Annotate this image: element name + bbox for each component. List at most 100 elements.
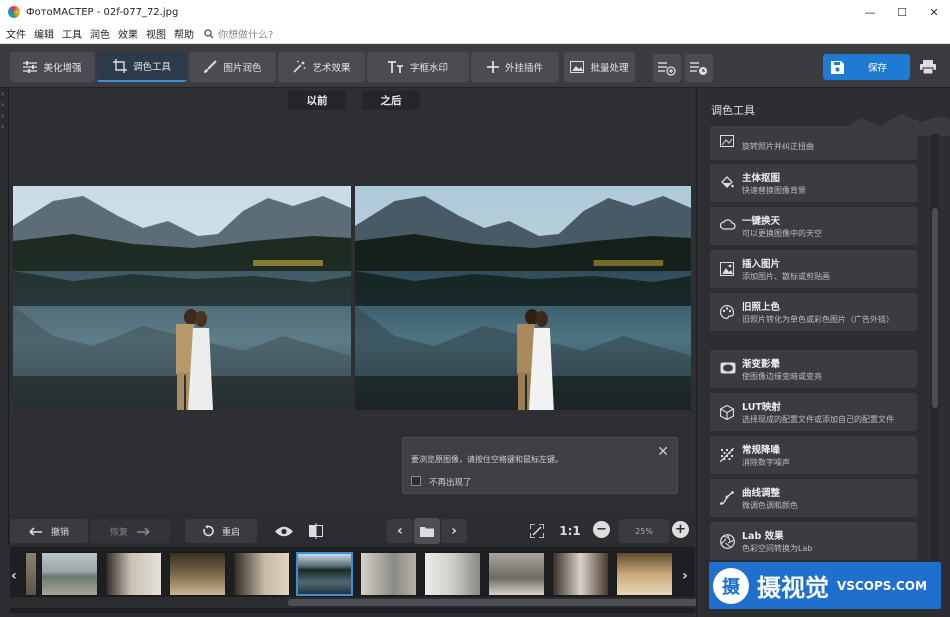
zoom-in-button[interactable]: + xyxy=(672,521,689,538)
tool-lut[interactable]: LUT映射 选择现成的配置文件或添加自己的配置文件 xyxy=(710,393,917,431)
menu-view[interactable]: 视图 xyxy=(146,26,166,41)
tools-panel: 调色工具 旋转照片并纠正扭曲 主体抠图 快速替换图像背景 一键换天 可以更换图像… xyxy=(696,88,950,617)
panel-scrollbar[interactable] xyxy=(931,134,939,561)
tool-vignette[interactable]: 渐变影晕 使图像边缘变暗或变亮 xyxy=(710,350,917,388)
dont-show-checkbox[interactable] xyxy=(411,476,421,486)
reset-button[interactable]: 重启 xyxy=(185,519,257,543)
tool-desc: 微调色调和颜色 xyxy=(742,501,798,510)
tab-enhance[interactable]: 美化增强 xyxy=(10,52,95,82)
tab-label: 艺术效果 xyxy=(312,63,351,74)
bucket-icon xyxy=(721,176,734,188)
after-photo-image xyxy=(355,186,691,410)
straighten-icon xyxy=(720,135,734,147)
history-list-button[interactable] xyxy=(685,54,713,82)
filmstrip-thumb[interactable] xyxy=(424,552,481,596)
filmstrip-thumb[interactable] xyxy=(169,552,226,596)
filmstrip-thumb[interactable] xyxy=(616,552,673,596)
filmstrip-thumb[interactable] xyxy=(360,552,417,596)
scrollbar-thumb[interactable] xyxy=(288,599,700,606)
actual-size-button[interactable]: 1:1 xyxy=(557,519,583,543)
folder-icon xyxy=(420,526,434,537)
undo-button[interactable]: 撤销 xyxy=(10,519,88,543)
filmstrip-next-icon[interactable]: › xyxy=(682,568,688,584)
tool-insert-image[interactable]: 插入图片 添加图片、散标或剪贴画 xyxy=(710,250,917,288)
redo-button[interactable]: 恢复 xyxy=(90,519,170,543)
dont-show-label[interactable]: 不再出现了 xyxy=(429,476,472,488)
text-icon xyxy=(387,61,403,73)
tool-desc: 添加图片、散标或剪贴画 xyxy=(742,272,830,281)
prev-image-button[interactable]: ‹ xyxy=(387,519,413,543)
tab-color-tools[interactable]: 调色工具 xyxy=(97,52,187,82)
title-bar: ФотоМАСТЕР - 02f-077_72.jpg — ☐ ✕ xyxy=(0,0,950,24)
hint-notification: 要浏览原图像，请按住空格键和鼠标左键。 不再出现了 ✕ xyxy=(402,437,678,494)
filmstrip-thumb-selected[interactable] xyxy=(296,552,353,596)
before-photo[interactable] xyxy=(13,186,351,410)
tool-colorize[interactable]: 旧照上色 旧照片转化为单色或彩色图片（广告外链） xyxy=(710,293,917,331)
menu-edit[interactable]: 编辑 xyxy=(34,26,54,41)
tab-label: 图片润色 xyxy=(223,63,262,74)
menu-effects[interactable]: 效果 xyxy=(118,26,138,41)
filmstrip-thumb[interactable] xyxy=(41,552,98,596)
reset-label: 重启 xyxy=(221,527,240,538)
tab-label: 调色工具 xyxy=(132,62,171,73)
print-button[interactable] xyxy=(915,54,941,80)
add-list-button[interactable] xyxy=(653,54,681,82)
zoom-level-field[interactable]: 25% xyxy=(619,519,669,543)
tool-denoise[interactable]: 常规降噪 消除数字噪声 xyxy=(710,436,917,474)
filmstrip-thumb[interactable] xyxy=(25,552,37,596)
control-bar: 撤销 恢复 重启 ‹ › 1:1 − 25% + xyxy=(10,514,695,547)
menu-file[interactable]: 文件 xyxy=(6,26,26,41)
tool-lab-effect[interactable]: Lab 效果 色彩空间转换为Lab xyxy=(710,522,917,560)
filmstrip-thumb[interactable] xyxy=(488,552,545,596)
tool-title: 主体抠图 xyxy=(742,173,781,184)
before-photo-image xyxy=(13,186,351,410)
filmstrip-thumb[interactable] xyxy=(105,552,162,596)
tab-plugins[interactable]: 外挂插件 xyxy=(471,52,559,82)
filmstrip-prev-icon[interactable]: ‹ xyxy=(11,568,17,584)
tool-subject-cutout[interactable]: 主体抠图 快速替换图像背景 xyxy=(710,164,917,202)
filmstrip-scrollbar[interactable] xyxy=(10,596,700,608)
chevron-right-icon: › xyxy=(1,111,5,120)
zoom-out-button[interactable]: − xyxy=(593,521,610,538)
tab-retouch[interactable]: 图片润色 xyxy=(189,52,276,82)
tool-sky-replace[interactable]: 一键换天 可以更换图像中的天空 xyxy=(710,207,917,245)
tool-curves[interactable]: 曲线调整 微调色调和颜色 xyxy=(710,479,917,517)
close-icon[interactable]: ✕ xyxy=(657,444,669,460)
fit-screen-button[interactable] xyxy=(526,519,548,543)
tool-desc: 旋转照片并纠正扭曲 xyxy=(742,142,814,151)
save-button[interactable]: 保存 xyxy=(823,54,910,80)
panel-scrollbar-thumb[interactable] xyxy=(932,208,938,408)
open-folder-button[interactable] xyxy=(414,518,440,544)
left-collapse-gutter[interactable]: › › › › xyxy=(0,88,9,545)
hint-text: 要浏览原图像，请按住空格键和鼠标左键。 xyxy=(411,455,563,464)
menu-help[interactable]: 帮助 xyxy=(174,26,194,41)
tool-geometry[interactable]: 旋转照片并纠正扭曲 xyxy=(710,126,917,160)
maximize-button[interactable]: ☐ xyxy=(886,0,918,24)
tool-title: Lab 效果 xyxy=(742,531,784,542)
menu-search[interactable]: 你想做什么? xyxy=(204,26,273,41)
printer-icon xyxy=(920,60,936,74)
aperture-icon xyxy=(720,534,735,549)
tool-desc: 可以更换图像中的天空 xyxy=(742,229,822,238)
menu-retouch[interactable]: 润色 xyxy=(90,26,110,41)
menu-tools[interactable]: 工具 xyxy=(62,26,82,41)
plus-icon: + xyxy=(675,522,686,537)
sliders-icon xyxy=(23,61,38,73)
tab-art-effects[interactable]: 艺术效果 xyxy=(278,52,365,82)
tool-title: 插入图片 xyxy=(742,259,781,270)
filmstrip-thumb[interactable] xyxy=(552,552,609,596)
tab-label: 字框水印 xyxy=(409,63,448,74)
preview-toggle-button[interactable] xyxy=(272,519,296,543)
tool-title: 渐变影晕 xyxy=(742,359,781,370)
compare-button[interactable] xyxy=(304,519,328,543)
tab-batch[interactable]: 批量处理 xyxy=(564,52,635,82)
next-image-button[interactable]: › xyxy=(441,519,467,543)
after-photo[interactable] xyxy=(355,186,691,410)
before-label: 以前 xyxy=(288,91,346,110)
filmstrip-thumb[interactable] xyxy=(233,552,290,596)
chevron-right-icon: › xyxy=(1,89,5,98)
minimize-button[interactable]: — xyxy=(854,0,886,24)
close-window-button[interactable]: ✕ xyxy=(918,0,950,24)
tab-text-watermark[interactable]: 字框水印 xyxy=(367,52,469,82)
tool-title: 一键换天 xyxy=(742,216,781,227)
